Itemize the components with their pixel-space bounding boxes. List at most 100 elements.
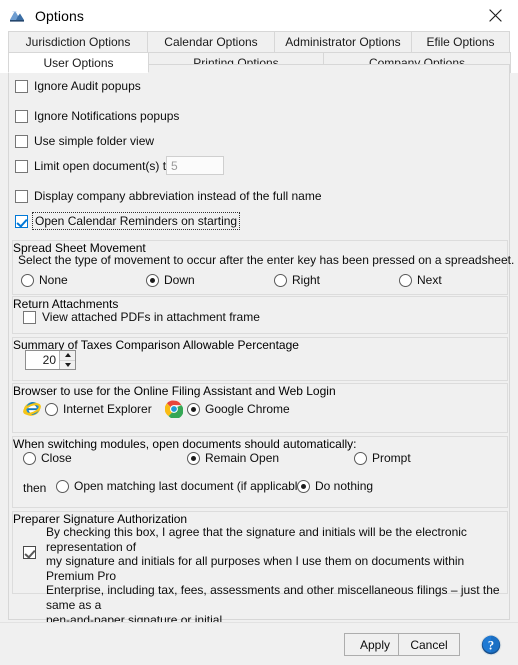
radio-browser-internet-explorer[interactable]: Internet Explorer xyxy=(23,400,152,418)
radio-label: Google Chrome xyxy=(205,402,290,416)
group-preparer-signature-authorization: Preparer Signature Authorization By chec… xyxy=(12,511,508,627)
dialog-footer: Apply Cancel xyxy=(0,622,518,665)
tab-administrator-options[interactable]: Administrator Options xyxy=(274,31,412,52)
limit-open-documents-input[interactable]: 5 xyxy=(166,156,224,175)
group-switching-modules: When switching modules, open documents s… xyxy=(12,436,508,508)
limit-open-documents-value: 5 xyxy=(171,158,178,173)
checkbox-label: View attached PDFs in attachment frame xyxy=(42,310,260,324)
spreadsheet-movement-description: Select the type of movement to occur aft… xyxy=(18,253,515,267)
radio-label: Internet Explorer xyxy=(63,402,152,416)
checkbox-box[interactable] xyxy=(23,310,36,324)
google-chrome-icon xyxy=(164,400,184,420)
radio-label: Open matching last document (if applicab… xyxy=(74,479,309,493)
radio-circle[interactable] xyxy=(187,402,200,416)
preparer-signature-line-2: my signature and initials for all purpos… xyxy=(46,554,465,583)
radio-movement-next[interactable]: Next xyxy=(399,273,442,287)
checkbox-box[interactable] xyxy=(15,79,28,93)
help-icon[interactable]: ? xyxy=(480,634,502,656)
tab-jurisdiction-options[interactable]: Jurisdiction Options xyxy=(8,31,148,52)
radio-circle[interactable] xyxy=(297,479,310,493)
preparer-signature-line-3: Enterprise, including tax, fees, assessm… xyxy=(46,583,500,612)
radio-movement-down[interactable]: Down xyxy=(146,273,195,287)
radio-movement-right[interactable]: Right xyxy=(274,273,320,287)
checkbox-box[interactable] xyxy=(15,159,28,173)
summary-percentage-stepper[interactable]: 20 xyxy=(25,350,76,370)
group-summary-of-taxes: Summary of Taxes Comparison Allowable Pe… xyxy=(12,337,508,381)
tab-label: Administrator Options xyxy=(285,35,401,49)
tab-row-upper: Jurisdiction Options Calendar Options Ad… xyxy=(8,31,510,52)
checkbox-box[interactable] xyxy=(15,214,28,228)
then-label: then xyxy=(23,481,47,495)
radio-modules-prompt[interactable]: Prompt xyxy=(354,451,411,465)
radio-circle[interactable] xyxy=(354,451,367,465)
tab-label: Calendar Options xyxy=(164,35,258,49)
group-title: Browser to use for the Online Filing Ass… xyxy=(13,384,336,398)
checkbox-view-attached-pdfs[interactable]: View attached PDFs in attachment frame xyxy=(23,310,260,324)
cancel-button[interactable]: Cancel xyxy=(398,633,460,656)
radio-modules-remain-open[interactable]: Remain Open xyxy=(187,451,279,465)
checkbox-label: Limit open document(s) to xyxy=(34,159,173,173)
checkbox-label: Display company abbreviation instead of … xyxy=(34,189,322,203)
group-title: Preparer Signature Authorization xyxy=(13,512,188,526)
checkbox-box[interactable] xyxy=(15,109,28,123)
radio-circle[interactable] xyxy=(399,273,412,287)
tab-label: Efile Options xyxy=(426,35,495,49)
user-options-panel: Ignore Audit popups Ignore Notifications… xyxy=(8,64,514,627)
chevron-up-icon xyxy=(64,353,71,358)
window-title: Options xyxy=(35,7,84,24)
tab-label: User Options xyxy=(43,55,114,70)
stepper-down-button[interactable] xyxy=(60,361,75,370)
radio-then-open-matching-last-document[interactable]: Open matching last document (if applicab… xyxy=(56,479,308,493)
svg-text:?: ? xyxy=(488,638,494,652)
checkbox-ignore-notifications-popups[interactable]: Ignore Notifications popups xyxy=(15,109,179,123)
checkbox-limit-open-documents[interactable]: Limit open document(s) to xyxy=(15,159,173,173)
radio-then-do-nothing[interactable]: Do nothing xyxy=(297,479,373,493)
tab-calendar-options[interactable]: Calendar Options xyxy=(147,31,275,52)
radio-circle[interactable] xyxy=(21,273,34,287)
radio-label: Prompt xyxy=(372,451,411,465)
tab-label: Jurisdiction Options xyxy=(25,35,131,49)
checkbox-display-company-abbreviation[interactable]: Display company abbreviation instead of … xyxy=(15,189,322,203)
radio-label: Right xyxy=(292,273,321,287)
radio-label: Down xyxy=(164,273,195,287)
summary-percentage-value: 20 xyxy=(42,353,56,367)
checkbox-box[interactable] xyxy=(15,134,28,148)
preparer-signature-text: By checking this box, I agree that the s… xyxy=(46,525,501,627)
radio-circle[interactable] xyxy=(56,479,69,493)
radio-movement-none[interactable]: None xyxy=(21,273,68,287)
checkbox-label: Open Calendar Reminders on starting xyxy=(31,212,241,230)
apply-button[interactable]: Apply xyxy=(344,633,406,656)
radio-label: Close xyxy=(41,451,72,465)
group-return-attachments: Return Attachments View attached PDFs in… xyxy=(12,296,508,334)
radio-browser-google-chrome[interactable]: Google Chrome xyxy=(164,400,290,420)
radio-circle[interactable] xyxy=(187,451,200,465)
radio-circle[interactable] xyxy=(23,451,36,465)
checkbox-box[interactable] xyxy=(15,189,28,203)
chevron-down-icon xyxy=(64,362,71,367)
checkbox-ignore-audit-popups[interactable]: Ignore Audit popups xyxy=(15,79,141,93)
close-icon[interactable] xyxy=(472,0,518,31)
stepper-buttons[interactable] xyxy=(59,351,75,369)
checkbox-label: Ignore Notifications popups xyxy=(34,109,180,123)
title-bar: Options xyxy=(0,0,518,31)
app-window-icon xyxy=(9,8,25,24)
radio-circle[interactable] xyxy=(274,273,287,287)
radio-label: None xyxy=(39,273,68,287)
group-spreadsheet-movement: Spread Sheet Movement Select the type of… xyxy=(12,240,514,295)
checkbox-label: Use simple folder view xyxy=(34,134,155,148)
tab-user-options[interactable]: User Options xyxy=(8,52,149,73)
checkbox-use-simple-folder-view[interactable]: Use simple folder view xyxy=(15,134,154,148)
checkbox-preparer-signature[interactable] xyxy=(23,546,36,559)
radio-label: Next xyxy=(417,273,442,287)
radio-modules-close[interactable]: Close xyxy=(23,451,72,465)
internet-explorer-icon xyxy=(23,400,41,418)
stepper-up-button[interactable] xyxy=(60,351,75,361)
radio-label: Do nothing xyxy=(315,479,374,493)
group-title: Return Attachments xyxy=(13,297,119,311)
radio-circle[interactable] xyxy=(146,273,159,287)
preparer-signature-line-1: By checking this box, I agree that the s… xyxy=(46,525,467,554)
group-title: When switching modules, open documents s… xyxy=(13,437,357,451)
radio-circle[interactable] xyxy=(45,402,58,416)
tab-efile-options[interactable]: Efile Options xyxy=(411,31,510,52)
checkbox-open-calendar-reminders[interactable]: Open Calendar Reminders on starting xyxy=(15,212,241,230)
